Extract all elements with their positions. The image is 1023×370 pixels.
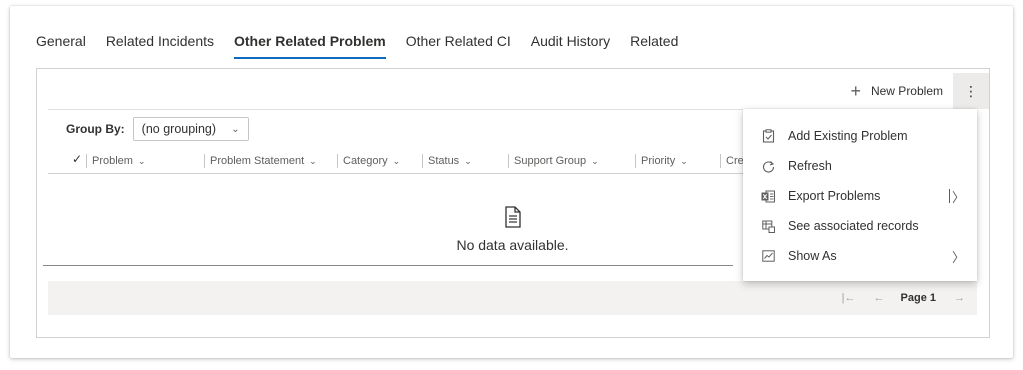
grid-footer: |← ← Page 1 → xyxy=(48,281,977,315)
excel-icon xyxy=(761,189,775,203)
grid-divider xyxy=(43,265,733,266)
chevron-down-icon: ⌄ xyxy=(680,155,688,166)
menu-item-export-problems[interactable]: Export Problems 〉 xyxy=(743,181,977,211)
column-header-problem-statement[interactable]: Problem Statement ⌄ xyxy=(204,148,317,174)
tab-related[interactable]: Related xyxy=(630,32,678,60)
command-bar: + New Problem ⋮ xyxy=(842,73,989,109)
menu-item-see-associated-records[interactable]: See associated records xyxy=(743,211,977,241)
chevron-down-icon: ⌄ xyxy=(309,155,317,166)
menu-item-show-as[interactable]: Show As 〉 xyxy=(743,241,977,271)
tab-related-incidents[interactable]: Related Incidents xyxy=(106,32,214,60)
chevron-down-icon: ⌄ xyxy=(464,155,472,166)
column-label: Support Group xyxy=(514,155,587,167)
next-page-icon[interactable]: → xyxy=(954,292,965,304)
tab-general[interactable]: General xyxy=(36,32,86,60)
tab-other-related-ci[interactable]: Other Related CI xyxy=(406,32,511,60)
chevron-down-icon: ⌄ xyxy=(137,155,146,166)
chevron-right-icon: 〉 xyxy=(951,249,965,265)
more-commands-button[interactable]: ⋮ xyxy=(953,73,989,109)
chevron-down-icon: ⌄ xyxy=(231,123,240,135)
column-label: Cre xyxy=(726,155,744,167)
page-number: Page 1 xyxy=(900,292,936,304)
chevron-down-icon: ⌄ xyxy=(392,155,401,166)
tab-list: General Related Incidents Other Related … xyxy=(36,32,698,60)
menu-item-label: Export Problems xyxy=(788,189,881,203)
chevron-down-icon: ⌄ xyxy=(591,155,599,166)
menu-item-label: Show As xyxy=(788,249,837,263)
clipboard-add-icon xyxy=(761,129,775,143)
menu-item-label: Add Existing Problem xyxy=(788,129,908,143)
chart-view-icon xyxy=(761,249,775,263)
menu-item-label: Refresh xyxy=(788,159,832,173)
tab-audit-history[interactable]: Audit History xyxy=(531,32,610,60)
column-header-category[interactable]: Category ⌄ xyxy=(337,148,400,174)
plus-icon: + xyxy=(850,81,861,101)
tab-other-related-problem[interactable]: Other Related Problem xyxy=(234,32,386,60)
column-label: Problem Statement xyxy=(210,155,305,167)
menu-item-add-existing-problem[interactable]: Add Existing Problem xyxy=(743,121,977,151)
menu-item-label: See associated records xyxy=(788,219,919,233)
column-label: Priority xyxy=(641,155,676,167)
first-page-icon[interactable]: |← xyxy=(842,292,856,304)
associated-records-icon xyxy=(761,219,775,233)
menu-item-refresh[interactable]: Refresh xyxy=(743,151,977,181)
column-header-status[interactable]: Status ⌄ xyxy=(422,148,472,174)
group-by-select[interactable]: (no grouping) ⌄ xyxy=(132,117,249,141)
column-header-problem[interactable]: Problem ⌄ xyxy=(86,148,146,174)
refresh-icon xyxy=(761,159,775,173)
chevron-right-icon[interactable]: 〉 xyxy=(952,187,965,206)
column-label: Category xyxy=(343,155,388,167)
column-label: Status xyxy=(428,155,460,167)
group-by-label: Group By: xyxy=(66,122,125,136)
group-by: Group By: (no grouping) ⌄ xyxy=(66,117,249,141)
column-header-created[interactable]: Cre xyxy=(720,148,744,174)
new-problem-button[interactable]: + New Problem xyxy=(842,73,953,109)
previous-page-icon[interactable]: ← xyxy=(874,292,885,304)
document-icon xyxy=(505,206,521,228)
new-problem-label: New Problem xyxy=(870,84,943,98)
column-header-priority[interactable]: Priority ⌄ xyxy=(635,148,688,174)
column-header-support-group[interactable]: Support Group ⌄ xyxy=(508,148,599,174)
column-label: Problem xyxy=(92,155,133,167)
more-commands-menu: Add Existing Problem Refresh Export Prob… xyxy=(743,109,977,281)
group-by-value: (no grouping) xyxy=(141,122,217,136)
pager: |← ← Page 1 → xyxy=(824,281,965,315)
split-divider xyxy=(949,189,950,203)
more-vertical-icon: ⋮ xyxy=(964,82,978,99)
select-all-checkmark-icon[interactable]: ✓ xyxy=(72,152,82,166)
